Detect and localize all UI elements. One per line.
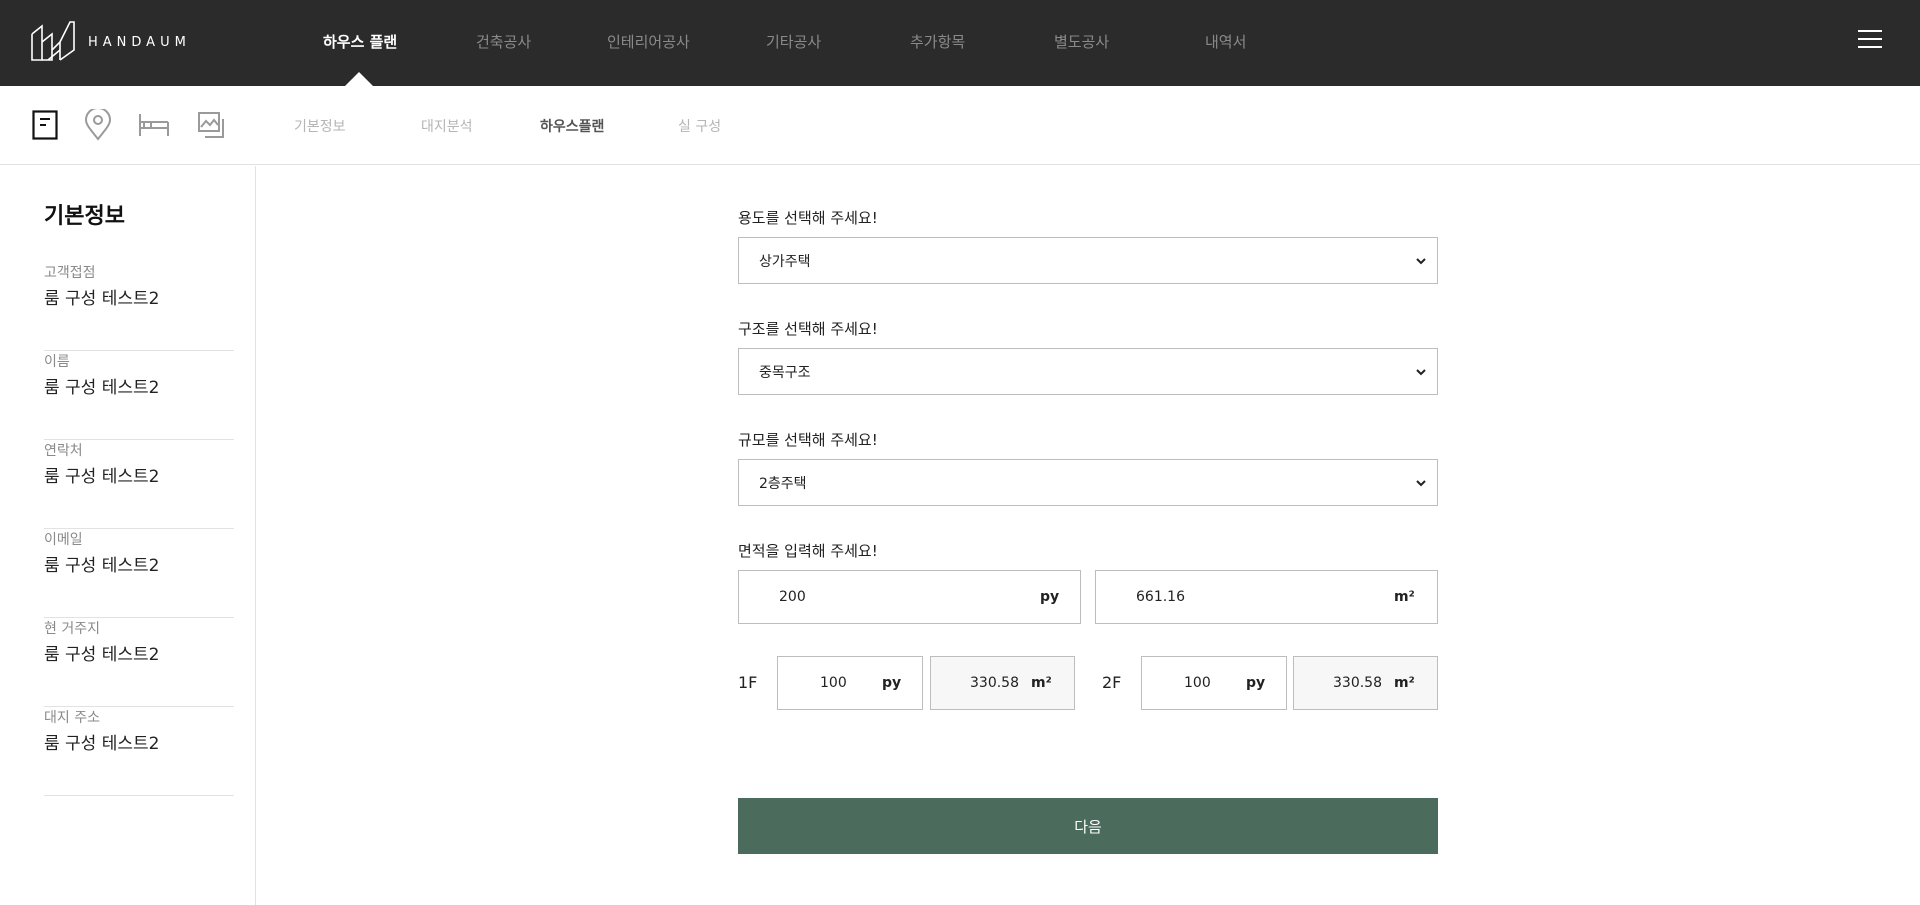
floor-1f-m2-value: 330.58 xyxy=(970,675,1019,691)
info-item-phone: 연락처 룸 구성 테스트2 xyxy=(44,440,234,529)
location-pin-icon[interactable] xyxy=(81,108,115,142)
topnav-interior[interactable]: 인테리어공사 xyxy=(607,31,690,52)
subtab-house-plan[interactable]: 하우스플랜 xyxy=(540,116,604,136)
top-navigation-bar: HANDAUM 하우스 플랜 건축공사 인테리어공사 기타공사 추가항목 별도공… xyxy=(0,0,1920,86)
structure-selected-value: 중목구조 xyxy=(759,364,811,381)
usage-label: 용도를 선택해 주세요! xyxy=(738,209,878,227)
area-label: 면적을 입력해 주세요! xyxy=(738,542,878,560)
basic-info-sidebar: 기본정보 고객접점 룸 구성 테스트2 이름 룸 구성 테스트2 연락처 룸 구… xyxy=(0,166,256,905)
subtab-site-analysis[interactable]: 대지분석 xyxy=(421,116,473,136)
topnav-separate-work[interactable]: 별도공사 xyxy=(1054,31,1109,52)
floor-2f-label: 2F xyxy=(1102,673,1122,692)
bed-icon[interactable] xyxy=(137,108,171,142)
usage-selected-value: 상가주택 xyxy=(759,253,811,270)
floor-2f-py-unit: py xyxy=(1246,675,1266,691)
floor-2f-py-input[interactable]: 100 py xyxy=(1141,656,1287,710)
topnav-additional-items[interactable]: 추가항목 xyxy=(910,31,965,52)
floor-2f-m2-unit: m² xyxy=(1394,675,1415,691)
info-value: 룸 구성 테스트2 xyxy=(44,467,160,487)
floor-2f-m2-field: 330.58 m² xyxy=(1293,656,1438,710)
brand-logo[interactable]: HANDAUM xyxy=(30,20,200,64)
handaum-logo-icon xyxy=(31,21,75,61)
info-item-customer-contact: 고객접점 룸 구성 테스트2 xyxy=(44,262,234,351)
floor-1f-py-unit: py xyxy=(882,675,902,691)
structure-label: 구조를 선택해 주세요! xyxy=(738,320,878,338)
info-item-site-address: 대지 주소 룸 구성 테스트2 xyxy=(44,707,234,796)
floor-1f-py-input[interactable]: 100 py xyxy=(777,656,923,710)
area-m2-value: 661.16 xyxy=(1136,589,1185,605)
sidebar-title: 기본정보 xyxy=(44,204,125,229)
floor-1f-label: 1F xyxy=(738,673,758,692)
info-label: 이메일 xyxy=(44,532,83,548)
info-value: 룸 구성 테스트2 xyxy=(44,556,160,576)
topnav-estimate[interactable]: 내역서 xyxy=(1205,31,1246,52)
chevron-down-icon xyxy=(1416,369,1426,376)
topnav-construction[interactable]: 건축공사 xyxy=(476,31,531,52)
chevron-down-icon xyxy=(1416,258,1426,265)
floor-2f-py-value: 100 xyxy=(1184,675,1211,691)
area-py-unit: py xyxy=(1040,589,1060,605)
active-tab-indicator xyxy=(345,72,373,86)
info-value: 룸 구성 테스트2 xyxy=(44,289,160,309)
chevron-down-icon xyxy=(1416,480,1426,487)
scale-select[interactable]: 2층주택 xyxy=(738,459,1438,506)
area-py-input[interactable]: 200 py xyxy=(738,570,1081,624)
image-gallery-icon[interactable] xyxy=(194,108,228,142)
brand-name: HANDAUM xyxy=(88,34,191,50)
next-button[interactable]: 다음 xyxy=(738,798,1438,854)
info-label: 연락처 xyxy=(44,443,83,459)
floor-2f-m2-value: 330.58 xyxy=(1333,675,1382,691)
info-value: 룸 구성 테스트2 xyxy=(44,734,160,754)
usage-select[interactable]: 상가주택 xyxy=(738,237,1438,284)
info-label: 고객접점 xyxy=(44,265,96,281)
document-icon[interactable] xyxy=(28,108,62,142)
floor-1f-m2-unit: m² xyxy=(1031,675,1052,691)
area-m2-input[interactable]: 661.16 m² xyxy=(1095,570,1438,624)
hamburger-menu-icon[interactable] xyxy=(1858,30,1886,52)
info-value: 룸 구성 테스트2 xyxy=(44,645,160,665)
subtab-room-composition[interactable]: 실 구성 xyxy=(678,116,721,136)
topnav-house-plan[interactable]: 하우스 플랜 xyxy=(323,31,397,52)
info-label: 대지 주소 xyxy=(44,710,100,726)
info-label: 이름 xyxy=(44,354,70,370)
sub-navigation-bar: 기본정보 대지분석 하우스플랜 실 구성 xyxy=(0,86,1920,165)
scale-label: 규모를 선택해 주세요! xyxy=(738,431,878,449)
area-py-value: 200 xyxy=(779,589,806,605)
scale-selected-value: 2층주택 xyxy=(759,475,807,492)
info-item-current-residence: 현 거주지 룸 구성 테스트2 xyxy=(44,618,234,707)
structure-select[interactable]: 중목구조 xyxy=(738,348,1438,395)
info-value: 룸 구성 테스트2 xyxy=(44,378,160,398)
subtab-basic-info[interactable]: 기본정보 xyxy=(294,116,346,136)
floor-1f-py-value: 100 xyxy=(820,675,847,691)
floor-1f-m2-field: 330.58 m² xyxy=(930,656,1075,710)
topnav-other-work[interactable]: 기타공사 xyxy=(766,31,821,52)
info-item-name: 이름 룸 구성 테스트2 xyxy=(44,351,234,440)
info-item-email: 이메일 룸 구성 테스트2 xyxy=(44,529,234,618)
area-m2-unit: m² xyxy=(1394,589,1415,605)
info-label: 현 거주지 xyxy=(44,621,100,637)
